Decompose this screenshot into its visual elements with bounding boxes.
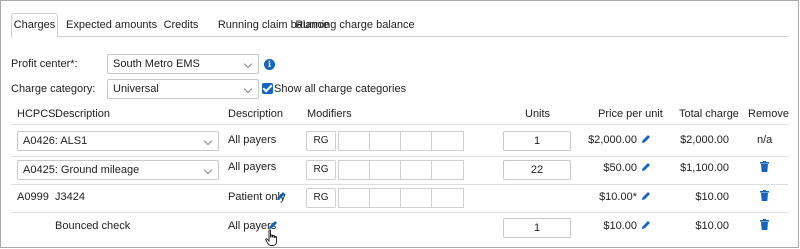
- header-remove: Remove: [748, 108, 789, 120]
- modifier-field[interactable]: [431, 160, 464, 180]
- profit-center-label: Profit center*:: [11, 58, 78, 70]
- charge-category-select[interactable]: Universal: [107, 79, 259, 99]
- trash-icon[interactable]: [760, 190, 769, 201]
- modifier-label: RG: [306, 160, 336, 180]
- modifier-field[interactable]: [400, 131, 432, 151]
- price-per-unit: $10.00*: [599, 191, 637, 203]
- units-input[interactable]: 1: [503, 131, 571, 151]
- tab-running-charge-balance[interactable]: Running charge balance: [295, 15, 415, 37]
- pencil-icon[interactable]: [641, 191, 651, 201]
- tab-expected-amounts[interactable]: Expected amounts: [66, 15, 157, 37]
- modifier-field[interactable]: [338, 188, 370, 208]
- header-hcpcs: HCPCS: [17, 108, 56, 120]
- modifier-field[interactable]: [400, 188, 432, 208]
- hand-cursor-icon: [265, 229, 277, 246]
- total-charge: $10.00: [695, 220, 729, 232]
- total-charge: $1,100.00: [680, 162, 729, 174]
- tab-charges[interactable]: Charges: [11, 13, 58, 38]
- modifier-label: RG: [306, 131, 336, 151]
- modifier-field[interactable]: [338, 131, 370, 151]
- hcpcs-select-value: A0425: Ground mileage: [23, 164, 140, 176]
- price-per-unit: $50.00: [603, 162, 637, 174]
- charge-category-label: Charge category:: [11, 83, 96, 95]
- modifier-field[interactable]: [338, 160, 370, 180]
- header-total: Total charge: [679, 108, 739, 120]
- tab-credits[interactable]: Credits: [156, 15, 206, 37]
- divider: [11, 124, 788, 125]
- chevron-down-icon: [243, 59, 253, 69]
- modifier-field[interactable]: [400, 160, 432, 180]
- show-all-checkbox[interactable]: [262, 83, 273, 94]
- pencil-icon[interactable]: [641, 220, 651, 230]
- chevron-down-icon: [243, 84, 253, 94]
- total-charge: $2,000.00: [680, 134, 729, 146]
- header-modifiers: Modifiers: [307, 108, 352, 120]
- show-all-label[interactable]: Show all charge categories: [274, 83, 406, 95]
- price-per-unit: $2,000.00: [588, 134, 637, 146]
- header-description: Description: [55, 108, 111, 120]
- price-per-unit: $10.00: [603, 220, 637, 232]
- header-payer-description: Description: [228, 108, 284, 120]
- hcpcs-select[interactable]: A0425: Ground mileage: [17, 160, 219, 180]
- pencil-icon[interactable]: [641, 134, 651, 144]
- pencil-icon[interactable]: [276, 191, 286, 201]
- charge-description: J3424: [55, 191, 85, 203]
- remove-na: n/a: [757, 134, 773, 146]
- units-input[interactable]: 22: [503, 160, 571, 180]
- trash-icon[interactable]: [760, 219, 769, 230]
- profit-center-select[interactable]: South Metro EMS: [107, 54, 259, 74]
- charge-description: Bounced check: [55, 220, 131, 232]
- modifier-field[interactable]: [431, 131, 464, 151]
- chevron-down-icon: [203, 165, 213, 175]
- tab-bar: Charges Expected amounts Credits Running…: [11, 10, 788, 38]
- charges-panel: Charges Expected amounts Credits Running…: [0, 0, 799, 248]
- chevron-down-icon: [203, 136, 213, 146]
- divider: [11, 184, 788, 185]
- modifier-field[interactable]: [431, 188, 464, 208]
- modifier-field[interactable]: [369, 131, 401, 151]
- payer-description: All payers: [228, 161, 277, 173]
- header-units: Units: [525, 108, 551, 120]
- trash-icon[interactable]: [760, 161, 769, 172]
- hcpcs-select[interactable]: A0426: ALS1: [17, 131, 219, 151]
- hcpcs-code: A0999: [17, 191, 49, 203]
- profit-center-value: South Metro EMS: [113, 58, 200, 70]
- charge-category-value: Universal: [113, 83, 159, 95]
- hcpcs-select-value: A0426: ALS1: [23, 135, 88, 147]
- header-price: Price per unit: [598, 108, 663, 120]
- units-input[interactable]: 1: [503, 218, 571, 238]
- pencil-icon[interactable]: [641, 162, 651, 172]
- modifier-field[interactable]: [369, 188, 401, 208]
- divider: [11, 156, 788, 157]
- modifier-field[interactable]: [369, 160, 401, 180]
- modifier-label: RG: [306, 188, 336, 208]
- info-icon[interactable]: i: [264, 59, 275, 70]
- divider: [11, 212, 788, 213]
- total-charge: $10.00: [695, 191, 729, 203]
- payer-description: All payers: [228, 134, 277, 146]
